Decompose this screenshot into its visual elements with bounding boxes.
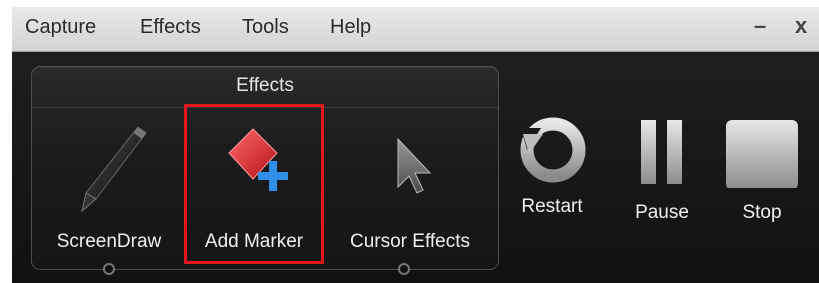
menu-help[interactable]: Help — [330, 16, 371, 39]
pen-icon — [81, 126, 147, 213]
menu-capture[interactable]: Capture — [25, 16, 96, 39]
stop-label: Stop — [742, 202, 782, 223]
panel-dot — [398, 263, 410, 275]
toolbar-area: Effects ScreenDraw Add Marker Cursor Eff… — [12, 52, 819, 283]
panel-dot — [103, 263, 115, 275]
restart-icon — [520, 117, 586, 183]
recorder-window: Capture Effects Tools Help – x Effects S… — [12, 7, 819, 283]
pause-label: Pause — [635, 202, 689, 223]
stop-icon — [726, 120, 798, 190]
selection-highlight — [184, 104, 324, 264]
menu-effects[interactable]: Effects — [140, 16, 201, 39]
menu-bar: Capture Effects Tools Help – x — [12, 7, 819, 52]
pause-button[interactable]: Pause — [617, 108, 707, 238]
effects-panel-title: Effects — [236, 75, 294, 96]
cursor-effects-button[interactable]: Cursor Effects — [328, 109, 492, 267]
restart-button[interactable]: Restart — [507, 108, 597, 238]
screendraw-button[interactable]: ScreenDraw — [38, 109, 180, 267]
close-button[interactable]: x — [795, 13, 807, 39]
stop-button[interactable]: Stop — [717, 108, 807, 238]
minimize-button[interactable]: – — [754, 13, 766, 39]
screendraw-label: ScreenDraw — [56, 231, 162, 252]
cursor-icon — [397, 137, 432, 194]
pause-icon — [641, 120, 682, 184]
cursor-effects-label: Cursor Effects — [349, 231, 471, 252]
menu-tools[interactable]: Tools — [242, 16, 289, 39]
restart-label: Restart — [521, 196, 583, 217]
